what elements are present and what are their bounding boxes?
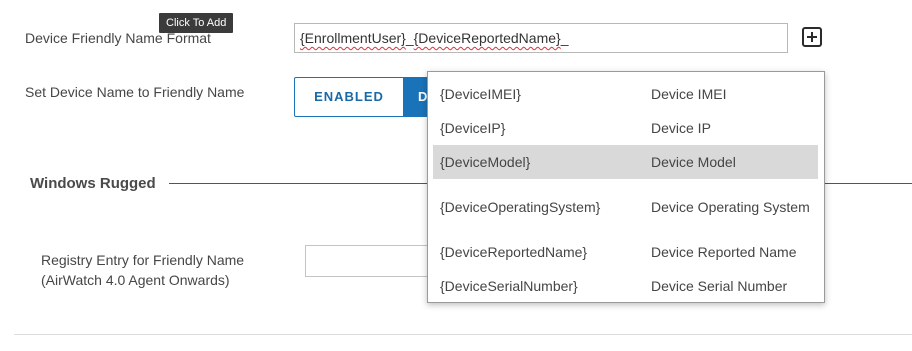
dropdown-item-description: Device Serial Number — [651, 278, 788, 294]
settings-page: Click To Add Device Friendly Name Format… — [0, 0, 912, 351]
format-token-dropdown: {DeviceIMEI} Device IMEI {DeviceIP} Devi… — [427, 71, 825, 303]
plus-square-icon[interactable] — [802, 27, 822, 47]
enabled-toggle-button[interactable]: ENABLED — [294, 77, 404, 117]
dropdown-item-device-model[interactable]: {DeviceModel} Device Model — [433, 145, 818, 179]
dropdown-item-description: Device Model — [651, 154, 736, 170]
dropdown-item-device-serial-number[interactable]: {DeviceSerialNumber} Device Serial Numbe… — [433, 269, 818, 303]
registry-entry-label-line2: (AirWatch 4.0 Agent Onwards) — [41, 272, 230, 288]
registry-entry-label-line1: Registry Entry for Friendly Name — [41, 252, 245, 268]
format-token-device-reported-name: {DeviceReportedName} — [413, 30, 561, 46]
dropdown-item-token: {DeviceIP} — [440, 120, 506, 136]
dropdown-item-token: {DeviceReportedName} — [440, 244, 588, 260]
registry-entry-input[interactable] — [305, 245, 435, 277]
registry-entry-label: Registry Entry for Friendly Name (AirWat… — [41, 250, 244, 290]
dropdown-item-token: {DeviceOperatingSystem} — [440, 199, 601, 215]
set-device-name-label: Set Device Name to Friendly Name — [25, 84, 245, 100]
dropdown-item-description: Device IMEI — [651, 86, 727, 102]
dropdown-item-device-operating-system[interactable]: {DeviceOperatingSystem} Device Operating… — [433, 179, 818, 235]
dropdown-item-device-reported-name[interactable]: {DeviceReportedName} Device Reported Nam… — [433, 235, 818, 269]
dropdown-item-token: {DeviceSerialNumber} — [440, 278, 578, 294]
dropdown-item-token: {DeviceModel} — [440, 154, 531, 170]
dropdown-item-description: Device Operating System — [651, 199, 810, 215]
dropdown-item-description: Device Reported Name — [651, 244, 797, 260]
format-token-enrollment-user: {EnrollmentUser} — [300, 30, 406, 46]
format-tail: _ — [560, 30, 569, 46]
friendly-name-format-input[interactable]: {EnrollmentUser}_{DeviceReportedName}_ — [294, 23, 788, 53]
dropdown-item-token: {DeviceIMEI} — [440, 86, 521, 102]
dropdown-item-device-imei[interactable]: {DeviceIMEI} Device IMEI — [433, 77, 818, 111]
click-to-add-tooltip: Click To Add — [159, 13, 234, 33]
bottom-divider — [14, 334, 912, 335]
windows-rugged-section-title: Windows Rugged — [30, 175, 156, 192]
dropdown-item-device-ip[interactable]: {DeviceIP} Device IP — [433, 111, 818, 145]
dropdown-item-description: Device IP — [651, 120, 711, 136]
format-separator: _ — [405, 30, 414, 46]
